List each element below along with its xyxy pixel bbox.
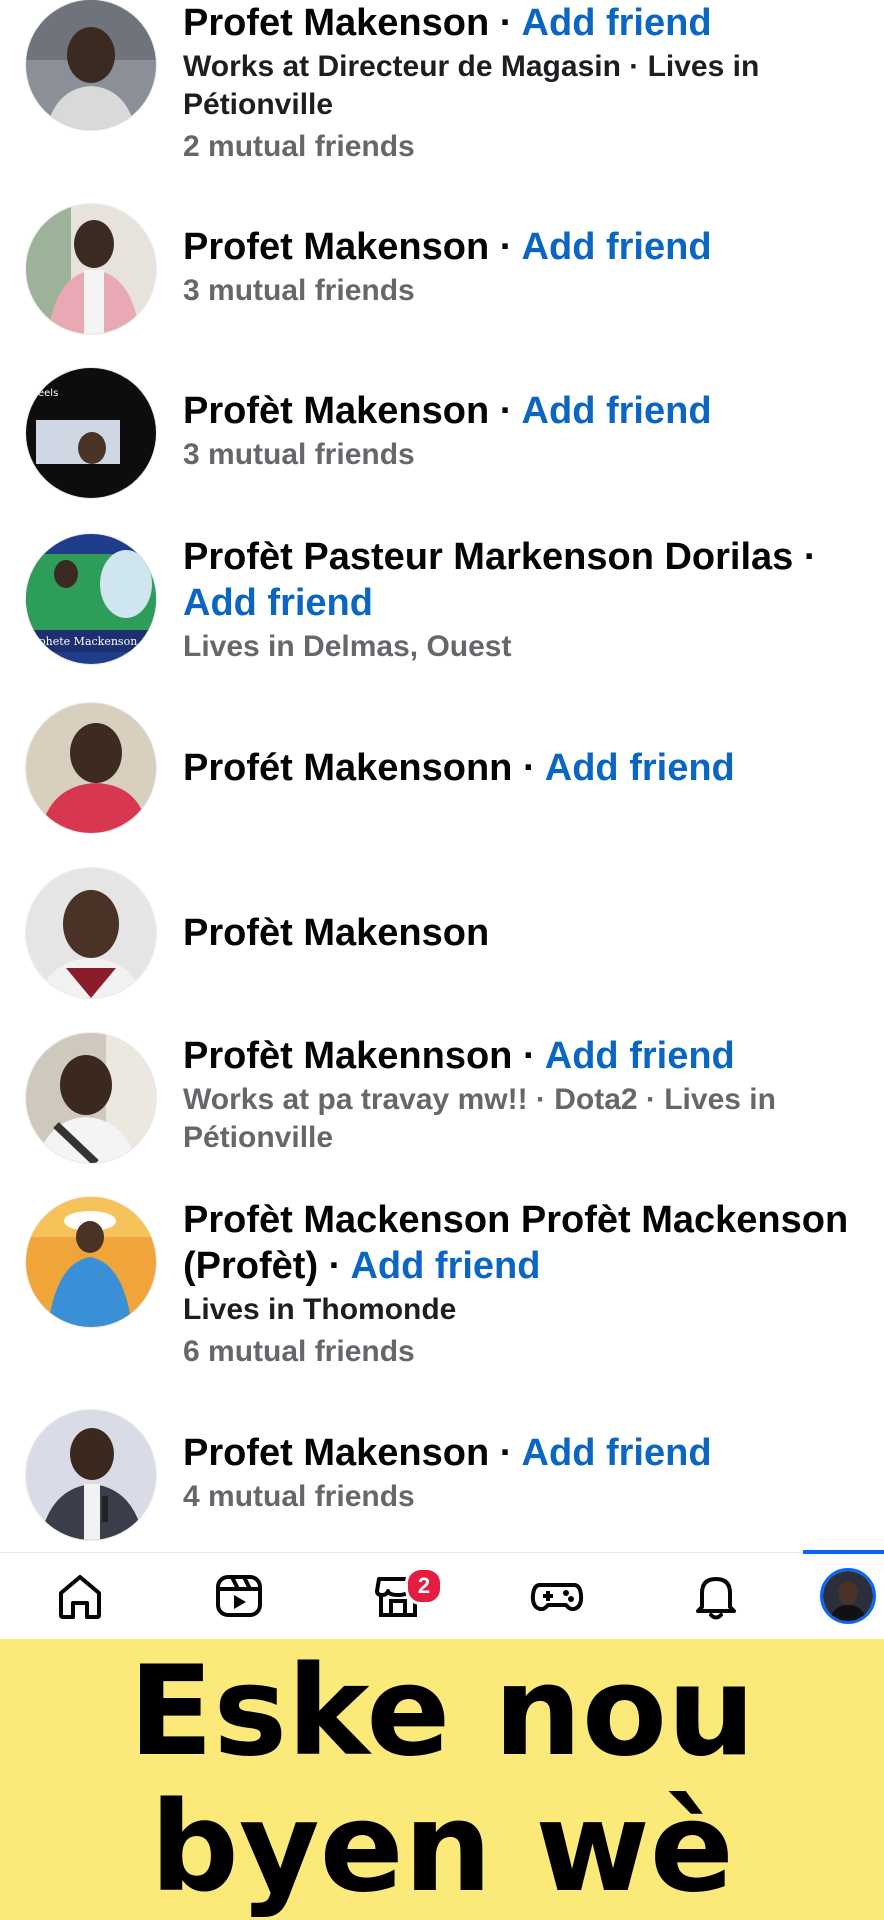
profile-avatar <box>820 1568 876 1624</box>
avatar[interactable]: eels <box>26 368 156 498</box>
result-name-line: Profèt Mackenson Profèt Mackenson (Profè… <box>183 1197 870 1289</box>
mutual-friends-text: 3 mutual friends <box>183 274 415 307</box>
add-friend-link[interactable]: Add friend <box>545 1035 735 1077</box>
result-name[interactable]: Profèt Makennson <box>183 1035 512 1077</box>
home-icon <box>59 1575 101 1619</box>
result-name-line: Profèt Makenson <box>183 910 870 956</box>
bottom-nav-bar: 2 <box>0 1550 884 1639</box>
separator-dot: · <box>499 390 513 432</box>
result-name[interactable]: Profet Makenson <box>183 226 489 268</box>
result-name-line: Profet Makenson · Add friend <box>183 0 870 46</box>
work-location-text: Works at pa travay mw!! · Dota2 · Lives … <box>183 1083 776 1154</box>
reels-icon <box>216 1575 262 1617</box>
mutual-friends-text: 6 mutual friends <box>183 1335 415 1368</box>
nav-marketplace[interactable]: 2 <box>343 1553 453 1639</box>
separator-dot: · <box>499 226 513 268</box>
nav-notifications[interactable] <box>661 1553 771 1639</box>
avatar[interactable] <box>26 703 156 833</box>
caption-text: Eske nou byen wè <box>128 1639 756 1920</box>
gaming-icon <box>530 1583 584 1612</box>
result-name[interactable]: Profèt Makenson <box>183 912 489 954</box>
result-name-line: Profèt Makenson · Add friend <box>183 388 870 434</box>
result-name[interactable]: Profet Makenson <box>183 1432 489 1474</box>
separator-dot: · <box>522 1035 536 1077</box>
result-name-line: Profet Makenson · Add friend <box>183 1430 870 1476</box>
add-friend-link[interactable]: Add friend <box>350 1245 540 1287</box>
nav-home[interactable] <box>25 1553 135 1639</box>
mutual-friends-text: 4 mutual friends <box>183 1480 415 1513</box>
avatar[interactable] <box>26 1197 156 1327</box>
result-name[interactable]: Profet Makenson <box>183 2 489 44</box>
location-text: Lives in Delmas, Ouest <box>183 630 512 663</box>
banner-label: ophete Mackenson <box>32 635 137 648</box>
separator-dot: · <box>522 747 536 789</box>
notification-badge: 2 <box>405 1567 443 1605</box>
result-name[interactable]: Profèt Pasteur Markenson Dorilas <box>183 536 793 578</box>
add-friend-link[interactable]: Add friend <box>522 390 712 432</box>
separator-dot: · <box>499 2 513 44</box>
separator-dot: · <box>328 1245 342 1287</box>
result-name-line: Profèt Pasteur Markenson Dorilas · Add f… <box>183 534 870 626</box>
avatar[interactable]: ophete Mackenson <box>26 534 156 664</box>
avatar[interactable] <box>26 1033 156 1163</box>
result-name-line: Profet Makenson · Add friend <box>183 224 870 270</box>
nav-gaming[interactable] <box>502 1553 612 1639</box>
nav-profile[interactable] <box>820 1553 884 1639</box>
add-friend-link[interactable]: Add friend <box>522 2 712 44</box>
location-text: Lives in Thomonde <box>183 1293 457 1326</box>
nav-reels[interactable] <box>184 1553 294 1639</box>
add-friend-link[interactable]: Add friend <box>545 747 735 789</box>
bell-icon <box>696 1577 736 1620</box>
avatar[interactable] <box>26 868 156 998</box>
add-friend-link[interactable]: Add friend <box>183 582 373 624</box>
mutual-friends-text: 2 mutual friends <box>183 130 415 163</box>
reels-label: eels <box>38 388 58 399</box>
result-name-line: Profét Makensonn · Add friend <box>183 745 870 791</box>
result-name[interactable]: Profét Makensonn <box>183 747 512 789</box>
add-friend-link[interactable]: Add friend <box>522 1432 712 1474</box>
result-name-line: Profèt Makennson · Add friend <box>183 1033 870 1079</box>
add-friend-link[interactable]: Add friend <box>522 226 712 268</box>
caption-banner: Eske nou byen wè <box>0 1639 884 1920</box>
mutual-friends-text: 3 mutual friends <box>183 438 415 471</box>
avatar[interactable] <box>26 0 156 130</box>
result-name[interactable]: Profèt Makenson <box>183 390 489 432</box>
avatar[interactable] <box>26 1410 156 1540</box>
separator-dot: · <box>803 536 817 578</box>
avatar[interactable] <box>26 204 156 334</box>
separator-dot: · <box>499 1432 513 1474</box>
work-location-text: Works at Directeur de Magasin · Lives in… <box>183 50 760 121</box>
